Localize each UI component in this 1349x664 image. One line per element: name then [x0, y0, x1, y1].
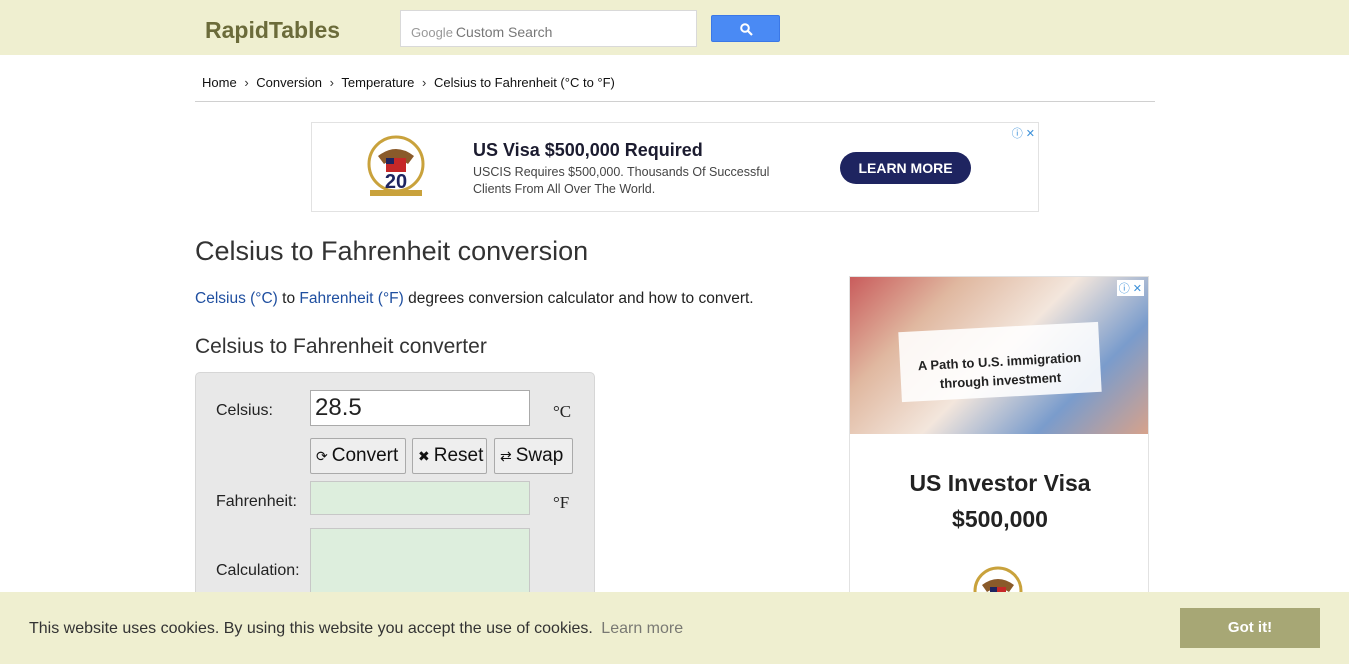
learn-more-button[interactable]: LEARN MORE — [840, 152, 971, 184]
seal-icon: 20 — [367, 135, 425, 196]
breadcrumb: Home › Conversion › Temperature › Celsiu… — [202, 75, 615, 90]
side-ad[interactable]: A Path to U.S. immigration through inves… — [849, 276, 1149, 606]
converter-heading: Celsius to Fahrenheit converter — [195, 335, 487, 358]
search-button[interactable] — [711, 15, 780, 42]
site-logo[interactable]: RapidTables — [205, 17, 340, 44]
ad-headline[interactable]: US Visa $500,000 Required — [473, 140, 703, 161]
celsius-link[interactable]: Celsius (°C) — [195, 290, 278, 307]
celsius-input[interactable]: 28.5 — [310, 390, 530, 426]
ad-choices-icon[interactable]: ⓘ ✕ — [1012, 125, 1035, 141]
breadcrumb-temperature[interactable]: Temperature — [341, 75, 414, 90]
ad-choices-icon[interactable]: ⓘ ✕ — [1116, 280, 1144, 296]
breadcrumb-separator: › — [422, 75, 427, 90]
search-placeholder: Google Custom Search — [411, 24, 553, 40]
got-it-button[interactable]: Got it! — [1180, 608, 1320, 648]
breadcrumb-current: Celsius to Fahrenheit (°C to °F) — [433, 75, 615, 90]
converter-panel: Celsius: 28.5 °C ⟳ Convert ✖ Reset ⇄ Swap F… — [195, 372, 595, 603]
swap-icon: ⇄ — [500, 448, 512, 464]
breadcrumb-conversion[interactable]: Conversion — [256, 75, 322, 90]
top-ad[interactable]: 20 US Visa $500,000 Required USCIS Requi… — [311, 122, 1039, 212]
breadcrumb-home[interactable]: Home — [202, 75, 237, 90]
reset-button[interactable]: ✖ Reset — [412, 438, 487, 474]
breadcrumb-separator: › — [329, 75, 335, 90]
breadcrumb-separator: › — [244, 75, 249, 90]
refresh-icon: ⟳ — [316, 448, 328, 464]
google-wordmark: Google — [411, 25, 453, 40]
celsius-label: Celsius: — [216, 402, 273, 419]
convert-button[interactable]: ⟳ Convert — [310, 438, 406, 474]
fahrenheit-link[interactable]: Fahrenheit (°F) — [299, 290, 403, 307]
ad-photo: A Path to U.S. immigration through inves… — [850, 277, 1148, 434]
calculation-label: Calculation: — [216, 562, 300, 579]
ad-description: USCIS Requires $500,000. Thousands Of Su… — [473, 165, 770, 196]
divider — [195, 101, 1155, 102]
cookie-message: This website uses cookies. By using this… — [29, 620, 684, 637]
celsius-unit: °C — [553, 402, 572, 421]
page-title: Celsius to Fahrenheit conversion — [195, 236, 589, 266]
fahrenheit-unit: °F — [553, 493, 570, 512]
svg-text:20: 20 — [385, 171, 407, 193]
fahrenheit-output[interactable] — [310, 481, 530, 515]
search-input[interactable]: Google Custom Search — [400, 10, 697, 47]
intro-text: Celsius (°C) to Fahrenheit (°F) degrees … — [195, 290, 754, 307]
swap-button[interactable]: ⇄ Swap — [494, 438, 573, 474]
top-bar: RapidTables Google Custom Search — [0, 0, 1349, 55]
cookie-banner: This website uses cookies. By using this… — [0, 592, 1349, 664]
fahrenheit-label: Fahrenheit: — [216, 493, 297, 510]
search-icon — [740, 23, 753, 36]
close-icon: ✖ — [418, 448, 430, 464]
learn-more-link[interactable]: Learn more — [601, 620, 683, 637]
side-ad-headline[interactable]: US Investor Visa $500,000 — [850, 465, 1148, 537]
